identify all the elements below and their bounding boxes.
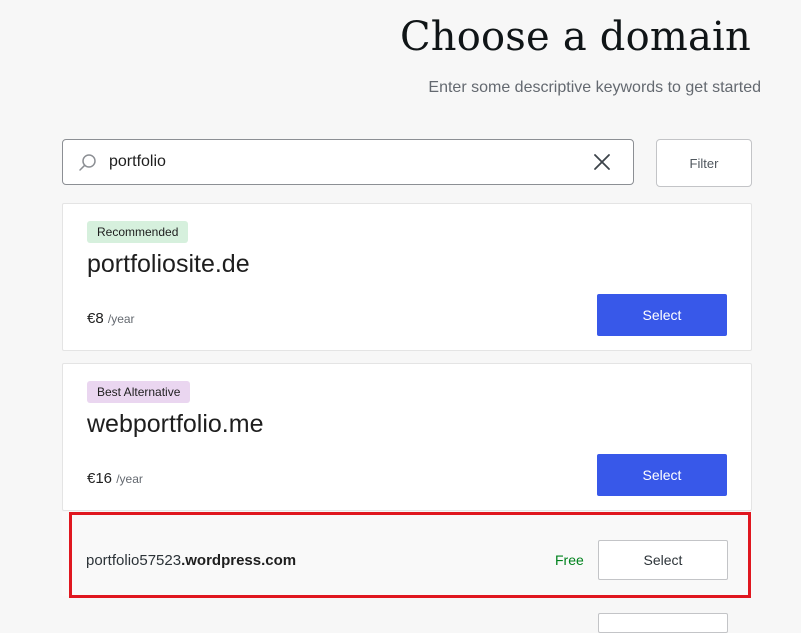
- search-box[interactable]: [62, 139, 634, 185]
- free-price-label: Free: [555, 552, 584, 568]
- page-subtitle: Enter some descriptive keywords to get s…: [428, 79, 761, 96]
- domain-price: €16 /year: [87, 470, 143, 487]
- close-icon[interactable]: [593, 153, 611, 171]
- price-period: /year: [107, 312, 135, 326]
- select-button[interactable]: Select: [597, 294, 727, 336]
- domain-result-card: Best Alternative webportfolio.me €16 /ye…: [62, 363, 752, 511]
- domain-result-card: Recommended portfoliosite.de €8 /year Se…: [62, 203, 752, 351]
- best-alternative-badge: Best Alternative: [87, 381, 191, 403]
- domain-price: €8 /year: [87, 310, 135, 327]
- domain-prefix: portfolio57523: [86, 552, 182, 569]
- price-amount: €8: [87, 310, 104, 327]
- free-domain-row: portfolio57523.wordpress.com Free Select: [62, 512, 752, 596]
- domain-name: webportfolio.me: [87, 410, 264, 438]
- domain-suffix: .wordpress.com: [181, 552, 297, 569]
- price-period: /year: [116, 472, 143, 486]
- search-icon: [79, 154, 96, 171]
- price-amount: €16: [87, 470, 113, 487]
- recommended-badge: Recommended: [87, 221, 189, 243]
- free-domain-name: portfolio57523.wordpress.com: [86, 552, 296, 569]
- select-button[interactable]: Select: [598, 540, 728, 580]
- select-button[interactable]: Select: [597, 454, 727, 496]
- domain-name: portfoliosite.de: [87, 250, 250, 278]
- filter-button[interactable]: Filter: [656, 139, 752, 187]
- search-input[interactable]: [109, 148, 579, 176]
- page-title: Choose a domain: [399, 14, 751, 60]
- select-button-partial[interactable]: [598, 613, 728, 633]
